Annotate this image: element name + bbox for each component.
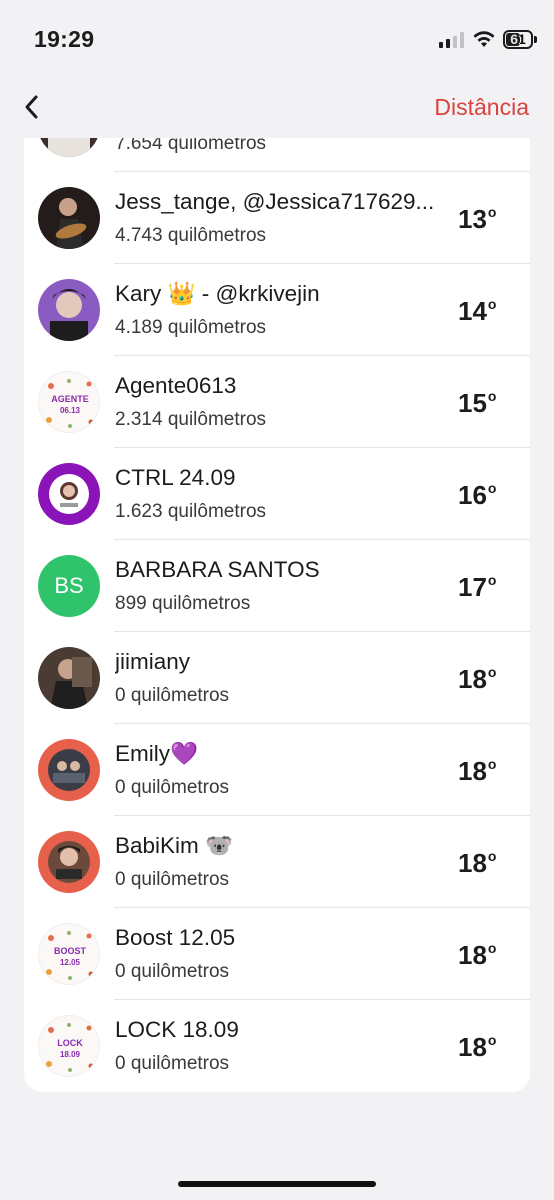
avatar	[38, 831, 100, 893]
avatar-label: 12.05	[60, 958, 81, 967]
avatar: AGENTE 06.13	[38, 371, 100, 433]
user-name: Kary 👑 - @krkivejin	[115, 281, 320, 306]
user-name: LOCK 18.09	[115, 1017, 239, 1042]
user-name: CTRL 24.09	[115, 465, 236, 490]
rank-number: 15o	[458, 388, 497, 418]
avatar-label: AGENTE	[51, 394, 89, 404]
rank-number: 18o	[458, 848, 497, 878]
distance-label: 0 quilômetros	[115, 1053, 230, 1074]
distance-label: 0 quilômetros	[115, 869, 230, 890]
status-bar: 19:29 61	[0, 0, 554, 80]
distance-label: 4.743 quilômetros	[115, 225, 267, 246]
distance-label: 0 quilômetros	[115, 777, 230, 798]
ranking-list: 7.654 quilômetros Jess_tange, @Jessica71…	[24, 138, 530, 1092]
avatar	[38, 739, 100, 801]
avatar	[38, 138, 100, 157]
nav-bar: Distância	[0, 80, 554, 136]
avatar	[38, 279, 100, 341]
list-item[interactable]: BabiKim 🐨 0 quilômetros 18o	[24, 816, 530, 908]
list-item[interactable]: CTRL 24.09 1.623 quilômetros 16o	[24, 448, 530, 540]
rank-number: 14o	[458, 296, 497, 326]
list-item[interactable]: 7.654 quilômetros	[24, 138, 530, 172]
battery-icon: 61	[503, 30, 533, 49]
distance-label: 0 quilômetros	[115, 961, 230, 982]
avatar: BOOST 12.05	[38, 923, 100, 985]
avatar-label: 18.09	[60, 1050, 81, 1059]
avatar-label: BOOST	[54, 946, 87, 956]
list-item[interactable]: jiimiany 0 quilômetros 18o	[24, 632, 530, 724]
avatar	[38, 187, 100, 249]
list-item[interactable]: Kary 👑 - @krkivejin 4.189 quilômetros 14…	[24, 264, 530, 356]
list-item[interactable]: Jess_tange, @Jessica717629... 4.743 quil…	[24, 172, 530, 264]
user-name: BabiKim 🐨	[115, 833, 234, 858]
list-item[interactable]: Emily💜 0 quilômetros 18o	[24, 724, 530, 816]
distance-label: 4.189 quilômetros	[115, 317, 267, 338]
avatar-label: 06.13	[60, 406, 81, 415]
distance-label: 7.654 quilômetros	[115, 138, 267, 154]
distance-sort-button[interactable]: Distância	[434, 94, 529, 121]
user-name: Emily💜	[115, 741, 199, 766]
user-name: BARBARA SANTOS	[115, 557, 320, 582]
avatar: BS	[38, 555, 100, 617]
distance-label: 899 quilômetros	[115, 593, 251, 614]
distance-label: 0 quilômetros	[115, 685, 230, 706]
rank-number: 18o	[458, 756, 497, 786]
user-name: Jess_tange, @Jessica717629...	[115, 189, 435, 214]
back-button[interactable]	[18, 88, 50, 126]
avatar: LOCK 18.09	[38, 1015, 100, 1077]
list-item[interactable]: BS BARBARA SANTOS 899 quilômetros 17o	[24, 540, 530, 632]
battery-level: 61	[510, 31, 526, 47]
distance-label: 2.314 quilômetros	[115, 409, 267, 430]
avatar	[38, 647, 100, 709]
distance-label: 1.623 quilômetros	[115, 501, 267, 522]
list-item[interactable]: LOCK 18.09 LOCK 18.09 0 quilômetros 18o	[24, 1000, 530, 1092]
user-name: jiimiany	[115, 649, 191, 674]
rank-number: 18o	[458, 1032, 497, 1062]
status-time: 19:29	[34, 26, 95, 52]
rank-number: 18o	[458, 940, 497, 970]
list-item[interactable]: AGENTE 06.13 Agente0613 2.314 quilômetro…	[24, 356, 530, 448]
avatar-label: LOCK	[57, 1038, 83, 1048]
rank-number: 18o	[458, 664, 497, 694]
home-indicator[interactable]	[178, 1181, 376, 1187]
rank-number: 13o	[458, 204, 497, 234]
rank-number: 17o	[458, 572, 497, 602]
wifi-icon	[473, 31, 495, 47]
list-item[interactable]: BOOST 12.05 Boost 12.05 0 quilômetros 18…	[24, 908, 530, 1000]
user-name: Agente0613	[115, 373, 237, 398]
user-name: Boost 12.05	[115, 925, 236, 950]
avatar	[38, 463, 100, 525]
rank-number: 16o	[458, 480, 497, 510]
chevron-left-icon	[25, 95, 38, 119]
cellular-signal-icon	[439, 32, 465, 48]
